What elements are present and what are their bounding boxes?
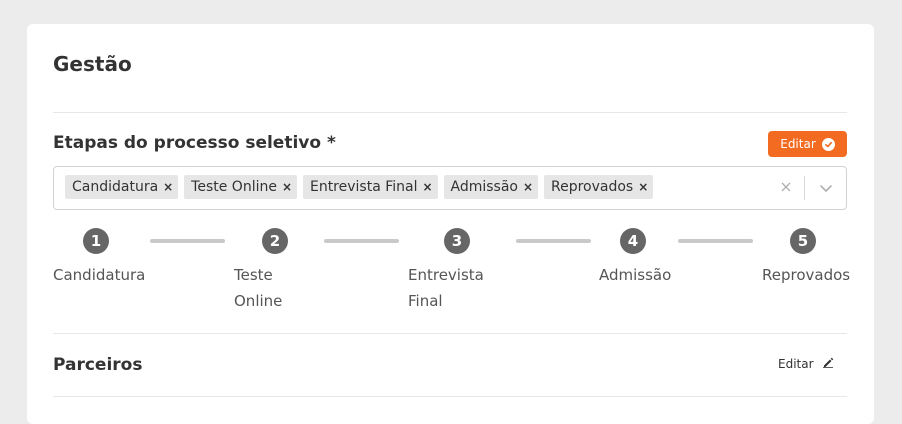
tag-teste-online: Teste Online ×: [184, 175, 297, 199]
step-label-line: Candidatura: [53, 266, 146, 284]
step-2-label: Teste Online: [234, 262, 282, 314]
step-1-label: Candidatura: [53, 262, 145, 288]
divider: [53, 396, 847, 397]
step-label-line: Final: [408, 292, 443, 310]
clear-all-icon[interactable]: ×: [776, 177, 796, 197]
tag-label: Admissão: [450, 179, 518, 195]
tag-label: Candidatura: [72, 179, 159, 195]
step-5-circle: 5: [790, 228, 816, 254]
chevron-down-icon[interactable]: [815, 177, 837, 199]
remove-tag-icon[interactable]: ×: [633, 180, 653, 194]
step-2-circle: 2: [262, 228, 288, 254]
edit-etapas-button[interactable]: Editar: [768, 131, 847, 157]
etapas-multiselect[interactable]: Candidatura × Teste Online × Entrevista …: [53, 166, 847, 210]
step-5-label: Reprovados: [762, 262, 850, 288]
tag-admissao: Admissão ×: [443, 175, 538, 199]
edit-etapas-label: Editar: [780, 137, 816, 151]
remove-tag-icon[interactable]: ×: [518, 180, 538, 194]
etapas-title: Etapas do processo seletivo *: [53, 133, 336, 153]
tag-label: Entrevista Final: [309, 179, 418, 195]
pencil-icon: [822, 356, 834, 371]
step-3-label: Entrevista Final: [408, 262, 484, 314]
step-4-circle: 4: [620, 228, 646, 254]
step-connector: [516, 239, 591, 243]
divider: [53, 112, 847, 113]
divider: [53, 333, 847, 334]
gestao-card: Gestão Etapas do processo seletivo * Edi…: [27, 24, 874, 424]
edit-parceiros-label: Editar: [778, 356, 814, 371]
parceiros-title: Parceiros: [53, 355, 143, 375]
step-label-line: Admissão: [599, 266, 672, 284]
step-connector: [324, 239, 399, 243]
tag-candidatura: Candidatura ×: [65, 175, 179, 199]
step-label-line: Teste: [234, 266, 273, 284]
step-1-circle: 1: [83, 228, 109, 254]
step-label-line: Reprovados: [762, 266, 851, 284]
step-3-circle: 3: [444, 228, 470, 254]
remove-tag-icon[interactable]: ×: [418, 180, 438, 194]
step-label-line: Online: [234, 292, 283, 310]
step-connector: [678, 239, 753, 243]
card-title: Gestão: [53, 52, 132, 76]
tag-entrevista-final: Entrevista Final ×: [302, 175, 438, 199]
check-circle-icon: [821, 137, 835, 151]
step-4-label: Admissão: [599, 262, 671, 288]
step-label-line: Entrevista: [408, 266, 484, 284]
remove-tag-icon[interactable]: ×: [158, 180, 178, 194]
remove-tag-icon[interactable]: ×: [277, 180, 297, 194]
tag-reprovados: Reprovados ×: [543, 175, 654, 199]
tag-label: Reprovados: [550, 179, 634, 195]
edit-parceiros-button[interactable]: Editar: [778, 356, 834, 371]
selected-tags: Candidatura × Teste Online × Entrevista …: [65, 175, 654, 199]
tag-label: Teste Online: [191, 179, 277, 195]
step-connector: [150, 239, 225, 243]
select-separator: [804, 176, 805, 200]
